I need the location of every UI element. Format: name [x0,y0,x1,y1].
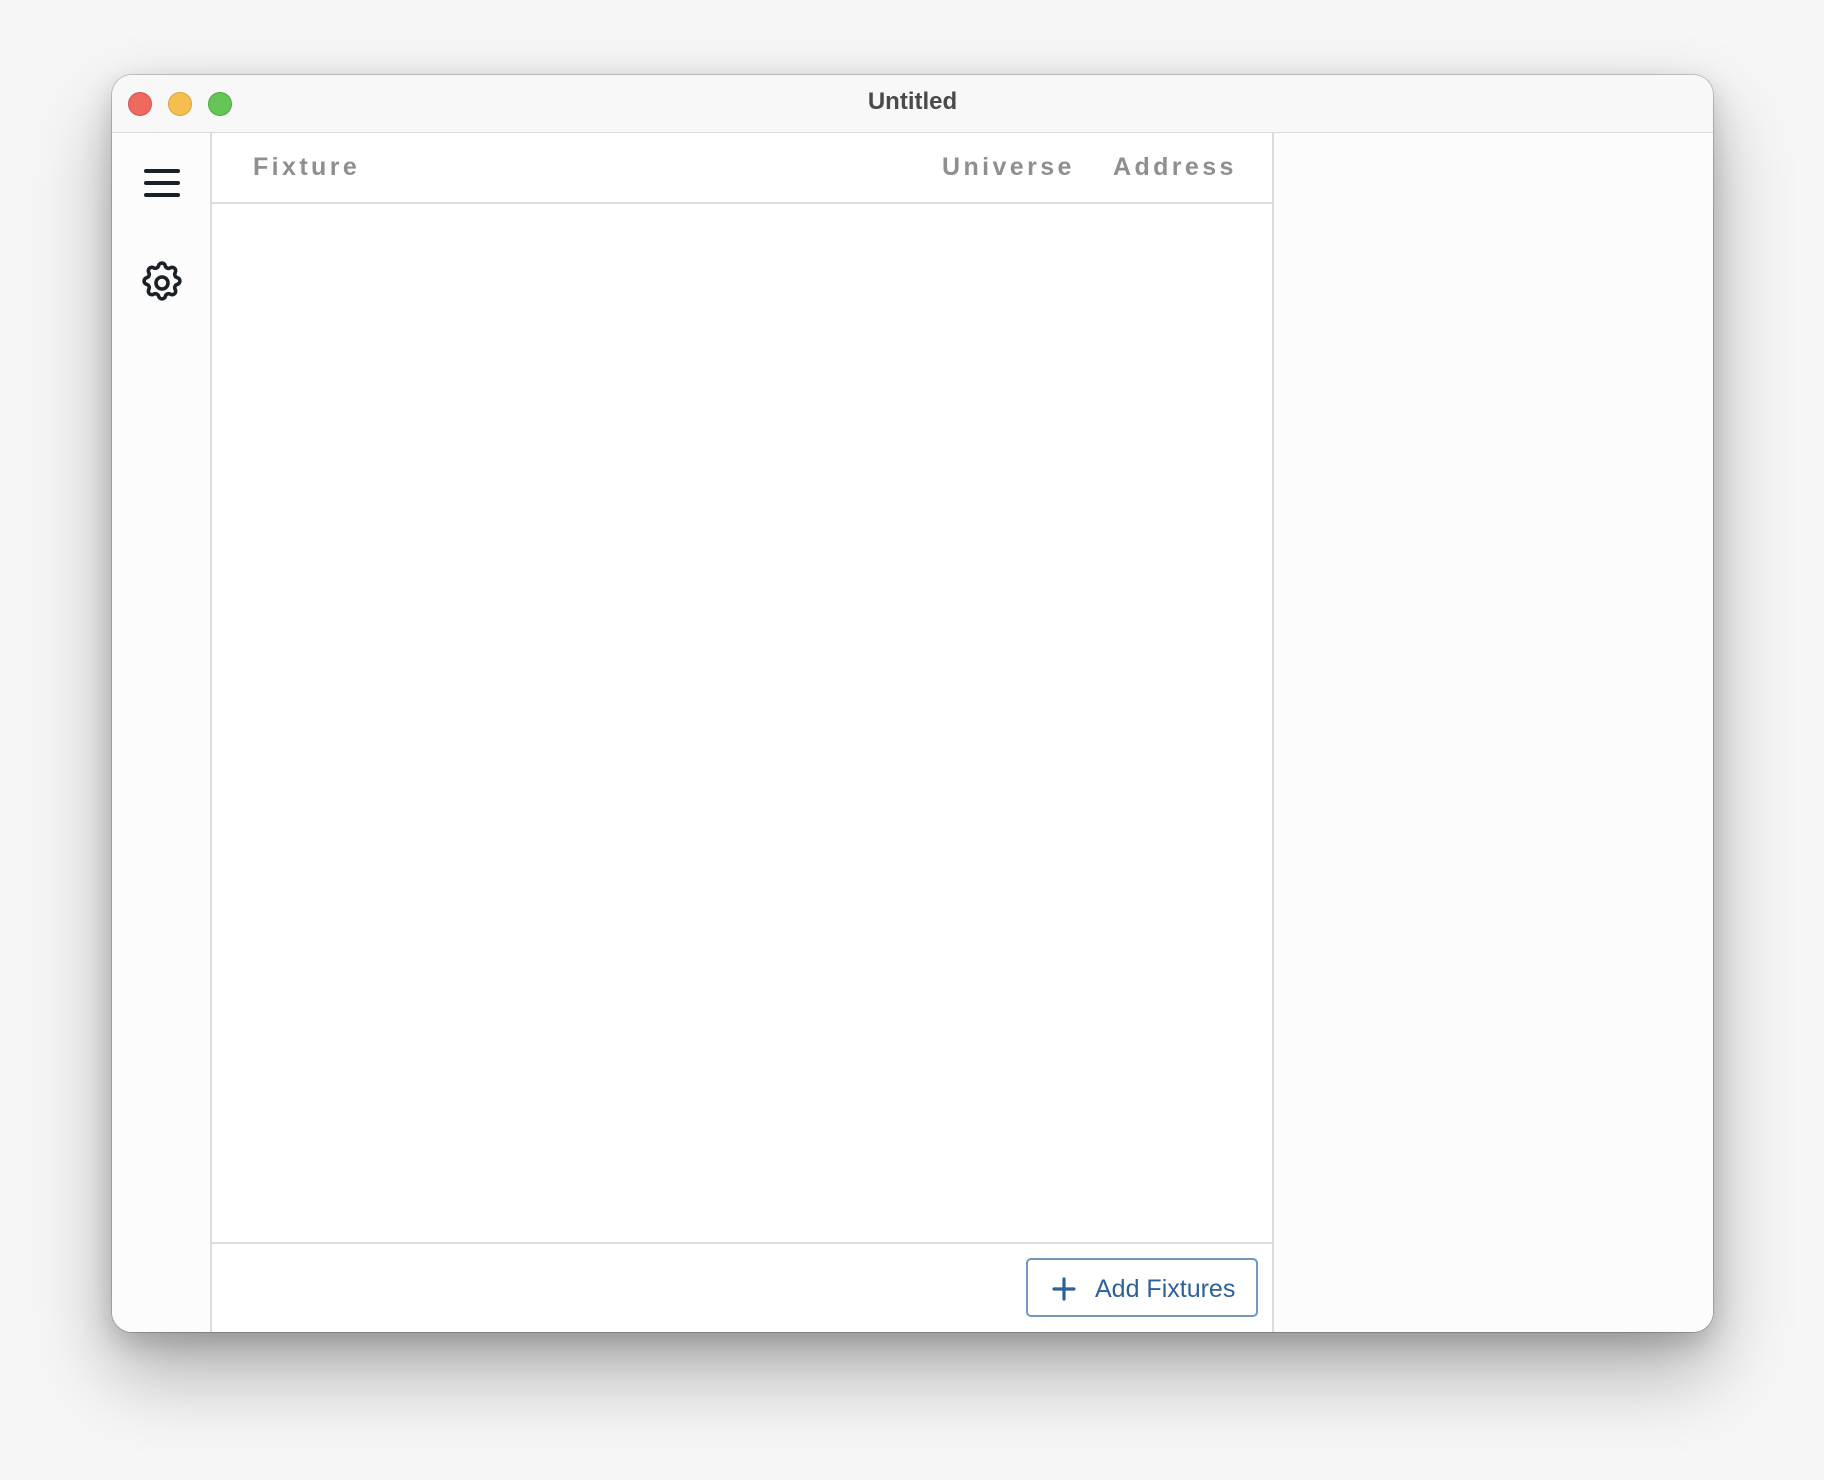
fixture-list-panel: Fixture Universe Address Add Fixtures [212,133,1274,1332]
table-header: Fixture Universe Address [212,133,1272,204]
window-title: Untitled [867,88,958,115]
sidebar [112,133,212,1332]
add-fixtures-button[interactable]: Add Fixtures [1026,1258,1258,1317]
column-header-universe[interactable]: Universe [942,153,1075,182]
hamburger-menu-icon-line [144,181,180,185]
table-footer: Add Fixtures [212,1242,1272,1332]
app-window: Untitled Fixture Universe Address Add Fi… [112,75,1713,1332]
title-bar: Untitled [112,75,1713,133]
detail-panel [1274,133,1713,1332]
fixture-table-body[interactable] [212,204,1272,1242]
column-header-address[interactable]: Address [1113,153,1237,182]
menu-button[interactable] [140,160,184,200]
settings-button[interactable] [138,259,186,307]
plus-icon [1052,1277,1076,1301]
add-fixtures-label: Add Fixtures [1095,1275,1236,1303]
gear-icon [142,261,182,301]
hamburger-menu-icon-line [144,193,180,197]
hamburger-menu-icon-line [144,169,180,173]
column-header-fixture[interactable]: Fixture [253,153,360,182]
